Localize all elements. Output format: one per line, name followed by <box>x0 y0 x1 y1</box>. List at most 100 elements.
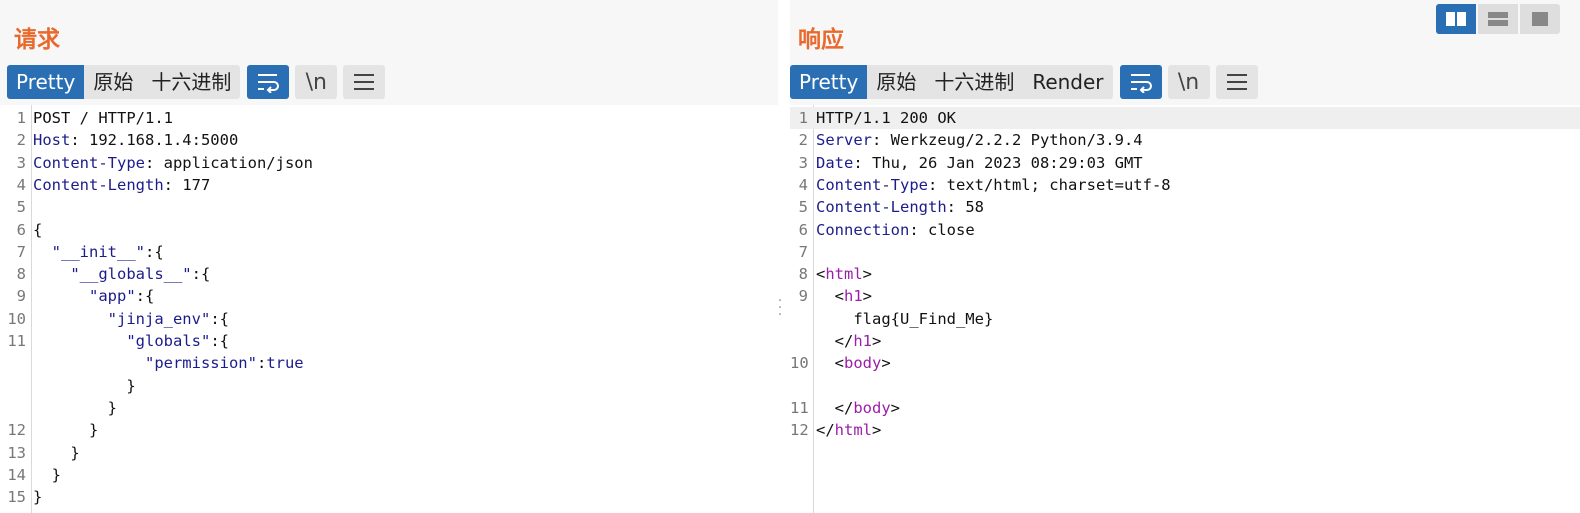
code-token: < <box>816 354 844 373</box>
code-token: flag{U_Find_Me} <box>816 309 994 328</box>
code-line: 8 "__globals__":{ <box>0 263 778 285</box>
code-text: Date: Thu, 26 Jan 2023 08:29:03 GMT <box>816 152 1143 174</box>
code-key: Date <box>816 153 854 172</box>
code-line: } <box>0 375 778 397</box>
show-newlines-button[interactable]: \n <box>295 65 338 99</box>
side-by-side-layout-button[interactable] <box>1436 4 1476 34</box>
line-number: 1 <box>16 109 26 127</box>
code-key: "__globals__" <box>70 265 192 284</box>
code-text: } <box>33 464 61 486</box>
code-token: } <box>33 465 61 484</box>
code-line: 14 } <box>0 464 778 486</box>
wrap-lines-icon <box>1130 74 1152 93</box>
tab-raw[interactable]: 原始 <box>867 65 925 99</box>
tab-pretty[interactable]: Pretty <box>7 65 85 99</box>
request-view-mode-tabs: Pretty 原始 十六进制 <box>7 65 241 99</box>
code-token: HTTP/1.1 200 OK <box>816 109 956 127</box>
code-text: "__globals__":{ <box>33 263 210 285</box>
wrap-lines-button[interactable] <box>247 65 290 99</box>
code-text: Content-Type: application/json <box>33 152 313 174</box>
request-header: 请求 Pretty 原始 十六进制 \n <box>0 0 778 105</box>
wrap-lines-icon <box>258 74 280 93</box>
single-pane-layout-button[interactable] <box>1520 4 1560 34</box>
tab-render[interactable]: Render <box>1023 65 1112 99</box>
tab-hex[interactable]: 十六进制 <box>142 65 240 99</box>
code-token: : Thu, 26 Jan 2023 08:29:03 GMT <box>853 153 1143 172</box>
code-tag: html <box>825 265 863 284</box>
code-text: "permission":true <box>33 352 304 374</box>
line-number: 14 <box>7 465 26 484</box>
code-text: </html> <box>816 419 881 441</box>
code-key: Content-Length <box>816 198 947 217</box>
code-line: 5 <box>0 196 778 218</box>
code-token: : text/html; charset=utf-8 <box>927 175 1171 194</box>
request-toolbar: Pretty 原始 十六进制 \n <box>7 65 386 99</box>
request-editor[interactable]: 1 POST / HTTP/1.1 2 Host: 192.168.1.4:5000 3… <box>0 105 778 513</box>
code-line: 8 <html> <box>790 263 1580 285</box>
code-text: Server: Werkzeug/2.2.2 Python/3.9.4 <box>816 129 1143 151</box>
code-token: : Werkzeug/2.2.2 Python/3.9.4 <box>872 131 1143 150</box>
tab-hex[interactable]: 十六进制 <box>925 65 1023 99</box>
line-number: 4 <box>16 175 26 194</box>
code-line: 1 HTTP/1.1 200 OK <box>790 107 1580 129</box>
line-number: 5 <box>16 198 26 217</box>
menu-button[interactable] <box>1215 65 1258 99</box>
code-token: POST / HTTP/1.1 <box>33 109 173 127</box>
code-token: </ <box>816 398 854 417</box>
code-line: 13 } <box>0 442 778 464</box>
code-token: :{ <box>191 265 211 284</box>
pane-splitter-handle[interactable]: · · · <box>776 294 784 322</box>
code-tag: html <box>834 421 872 440</box>
code-token: } <box>33 488 43 507</box>
code-token: > <box>881 354 891 373</box>
code-line: } <box>0 397 778 419</box>
code-line: 6 Connection: close <box>790 219 1580 241</box>
code-line: 3 Content-Type: application/json <box>0 152 778 174</box>
code-token: : close <box>909 220 975 239</box>
code-text: </h1> <box>816 330 882 352</box>
stacked-layout-button[interactable] <box>1478 4 1518 34</box>
response-title: 响应 <box>798 27 844 53</box>
code-text: } <box>33 397 117 419</box>
line-number: 10 <box>790 354 809 373</box>
code-key: "app" <box>89 287 136 306</box>
show-newlines-button[interactable]: \n <box>1167 65 1210 99</box>
line-number: 7 <box>798 242 808 261</box>
code-line: 10 "jinja_env":{ <box>0 308 778 330</box>
code-text: } <box>33 486 42 508</box>
code-token: < <box>816 265 826 284</box>
menu-button[interactable] <box>343 65 386 99</box>
code-key: true <box>266 354 304 373</box>
line-number: 15 <box>7 488 26 507</box>
wrap-lines-button[interactable] <box>1119 65 1162 99</box>
code-token: > <box>862 287 873 306</box>
code-line: 4 Content-Type: text/html; charset=utf-8 <box>790 174 1580 196</box>
code-text: POST / HTTP/1.1 <box>33 107 173 129</box>
code-text: } <box>33 419 98 441</box>
code-line: 12 } <box>0 419 778 441</box>
response-editor[interactable]: 1 HTTP/1.1 200 OK 2 Server: Werkzeug/2.2.2 … <box>790 105 1580 513</box>
code-key: Content-Type <box>816 175 928 194</box>
side-by-side-layout-icon <box>1446 12 1466 26</box>
tab-raw[interactable]: 原始 <box>84 65 142 99</box>
code-line: 5 Content-Length: 58 <box>790 196 1580 218</box>
request-pane: 请求 Pretty 原始 十六进制 \n 1 POST / HTTP/1.1 2… <box>0 0 778 513</box>
line-number: 6 <box>798 220 808 239</box>
code-line: 4 Content-Length: 177 <box>0 174 778 196</box>
code-token: : 177 <box>163 175 211 194</box>
code-text: <html> <box>816 263 872 285</box>
code-key: Host <box>33 131 71 150</box>
code-token: } <box>33 443 80 462</box>
code-token: > <box>862 265 873 284</box>
code-line: 11 </body> <box>790 397 1580 419</box>
code-line: 3 Date: Thu, 26 Jan 2023 08:29:03 GMT <box>790 152 1580 174</box>
code-token: > <box>872 421 882 440</box>
line-number: 8 <box>16 265 26 284</box>
response-header: 响应 Pretty 原始 十六进制 Render \n <box>790 0 1580 105</box>
tab-pretty[interactable]: Pretty <box>790 65 868 99</box>
code-token: : <box>256 354 267 373</box>
